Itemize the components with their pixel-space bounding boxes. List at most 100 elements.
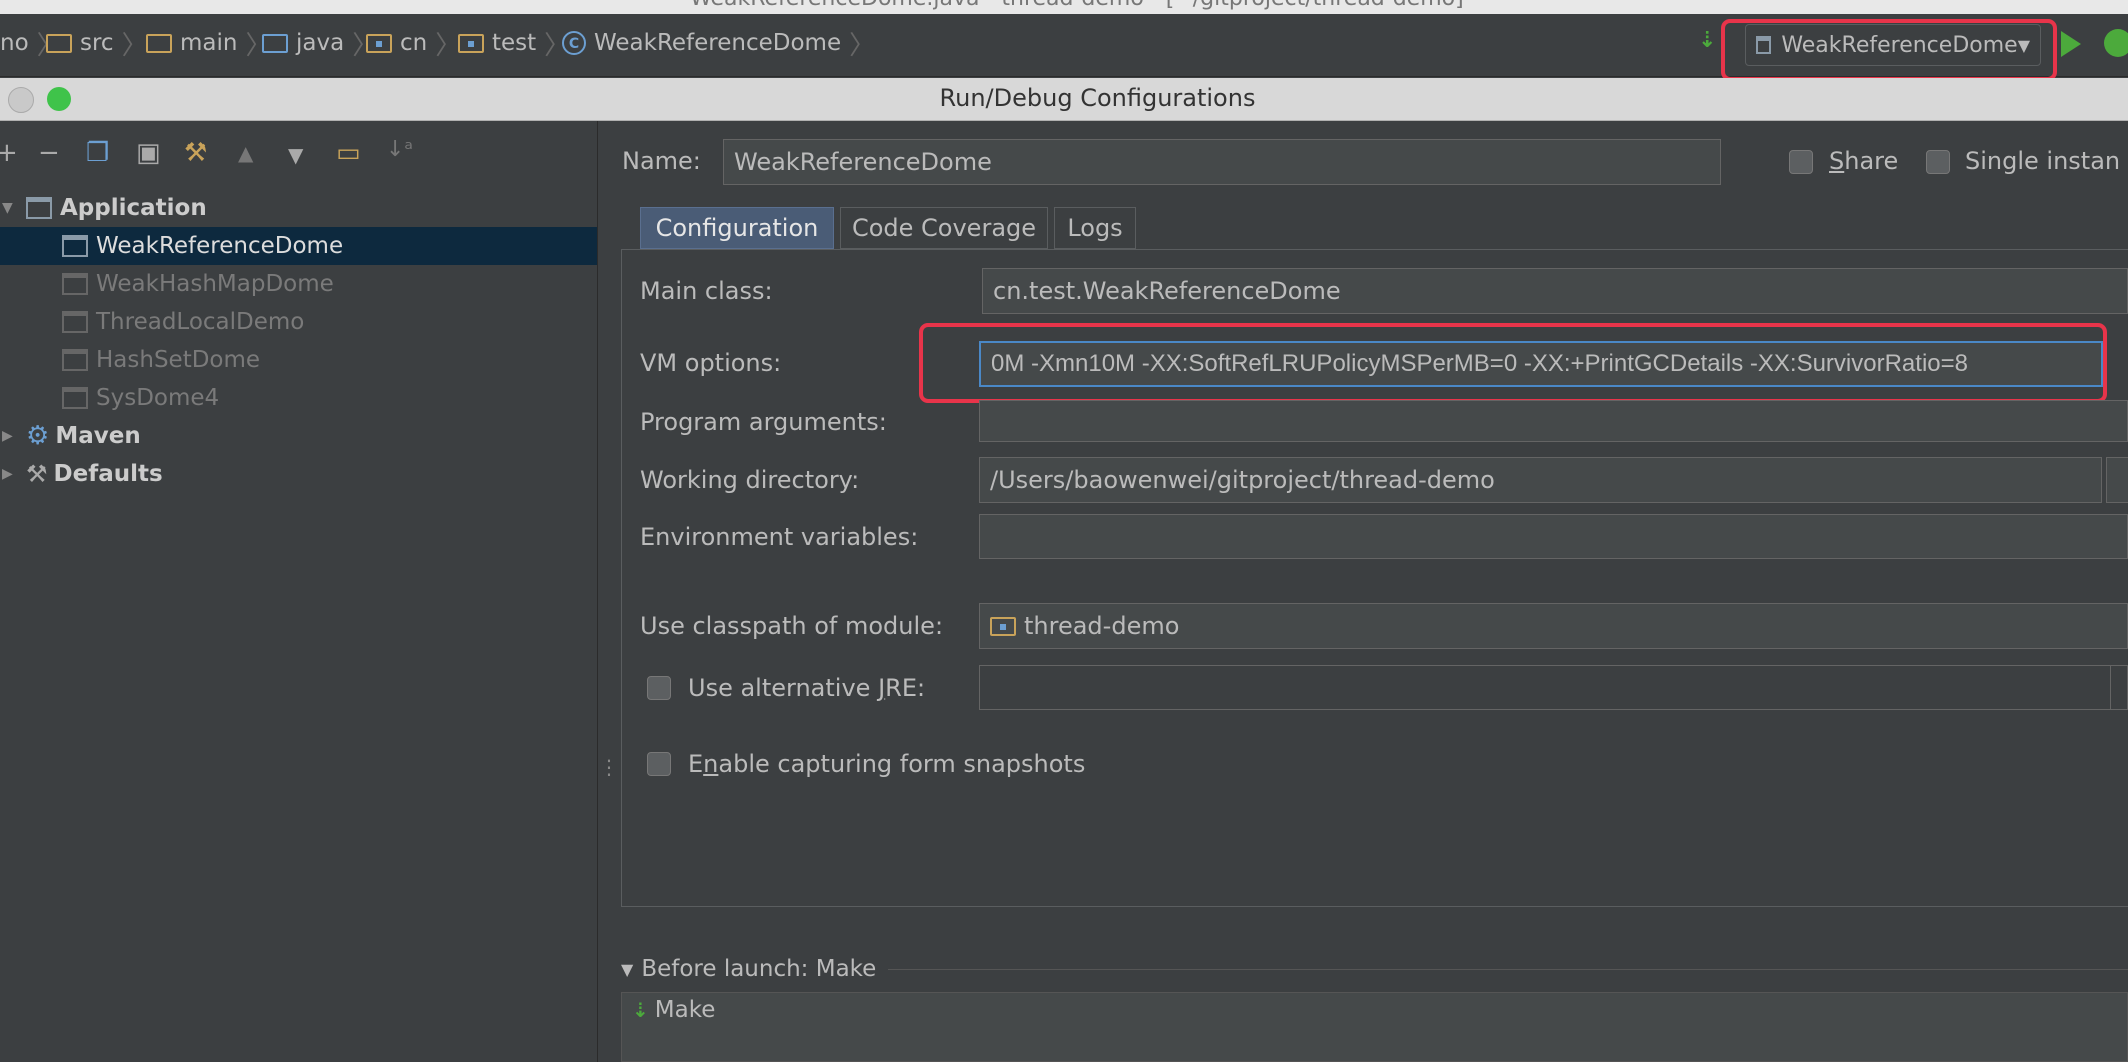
classpath-module-value: thread-demo	[1024, 612, 1180, 640]
environment-variables-input[interactable]	[979, 514, 2128, 559]
copy-configuration-icon[interactable]: ❐	[86, 138, 109, 168]
program-arguments-input[interactable]	[979, 400, 2128, 442]
before-launch-list: ⇣ Make	[621, 992, 2128, 1062]
dialog-title: Run/Debug Configurations	[939, 84, 1256, 112]
form-snapshots-label: Enable capturing form snapshots	[688, 750, 1086, 778]
collapse-arrow-icon[interactable]: ▶	[2, 428, 16, 444]
edit-defaults-icon[interactable]: ⚒	[184, 138, 207, 168]
tree-item-hashsetdome[interactable]: HashSetDome	[0, 341, 597, 379]
application-config-icon	[62, 235, 88, 257]
tree-item-weakhashmapdome[interactable]: WeakHashMapDome	[0, 265, 597, 303]
maven-gear-icon: ⚙	[26, 421, 50, 451]
expand-arrow-icon[interactable]: ▼	[2, 200, 16, 216]
make-project-icon[interactable]: ⇣	[1698, 28, 1716, 53]
highlight-box-run-config	[1721, 19, 2057, 81]
tab-configuration[interactable]: Configuration	[640, 207, 834, 249]
move-down-icon[interactable]: ▼	[288, 143, 303, 167]
breadcrumb-label: main	[180, 30, 238, 56]
single-instance-checkbox[interactable]	[1926, 150, 1950, 174]
tree-item-label: WeakHashMapDome	[96, 271, 334, 297]
application-icon	[26, 197, 52, 219]
before-launch-item-make[interactable]: ⇣ Make	[632, 997, 715, 1023]
tree-item-label: SysDome4	[96, 385, 220, 411]
tree-group-application[interactable]: ▼ Application	[0, 189, 597, 227]
tree-item-label: HashSetDome	[96, 347, 261, 373]
run-icon[interactable]	[2061, 31, 2081, 57]
breadcrumb-label: cn	[400, 30, 428, 56]
breadcrumb-item-java[interactable]: java 〉	[262, 26, 378, 61]
share-checkbox[interactable]	[1789, 150, 1813, 174]
tree-group-label: Application	[60, 195, 207, 221]
tree-group-label: Maven	[55, 423, 141, 449]
name-value: WeakReferenceDome	[734, 148, 992, 176]
breadcrumb-item-class[interactable]: C WeakReferenceDome 〉	[562, 26, 875, 61]
breadcrumb-label: src	[80, 30, 114, 56]
before-launch-title: Before launch: Make	[641, 956, 877, 982]
configurations-panel: + − ❐ ▣ ⚒ ▲ ▼ ▭ ↓ᵃ ▼ Application WeakRef…	[0, 121, 598, 1062]
module-folder-icon	[990, 616, 1016, 636]
single-instance-label: Single instan	[1965, 147, 2121, 175]
breadcrumb-item-main[interactable]: main 〉	[146, 26, 271, 61]
breadcrumb-label: test	[492, 30, 537, 56]
classpath-module-select[interactable]: thread-demo	[979, 603, 2128, 649]
tree-group-defaults[interactable]: ▶ ⚒ Defaults	[0, 455, 597, 493]
breadcrumb-label: WeakReferenceDome	[594, 30, 842, 56]
source-folder-icon	[262, 33, 288, 53]
expand-arrow-icon: ▼	[621, 959, 634, 979]
splitter-handle[interactable]: ⋮	[599, 755, 619, 779]
move-up-icon[interactable]: ▲	[238, 141, 253, 165]
tree-item-weakreferencedome[interactable]: WeakReferenceDome	[0, 227, 597, 265]
sort-alphabetically-icon[interactable]: ↓ᵃ	[386, 137, 413, 162]
program-arguments-label: Program arguments:	[640, 408, 887, 436]
alternative-jre-select[interactable]	[979, 665, 2128, 710]
before-launch-header[interactable]: ▼ Before launch: Make	[621, 954, 2128, 984]
form-snapshots-checkbox[interactable]	[647, 752, 671, 776]
package-icon	[458, 33, 484, 53]
save-configuration-icon[interactable]: ▣	[136, 138, 161, 168]
folder-icon	[146, 33, 172, 53]
working-directory-value: /Users/baowenwei/gitproject/thread-demo	[990, 466, 1495, 494]
breadcrumb-item-src[interactable]: src 〉	[46, 26, 148, 61]
main-class-value: cn.test.WeakReferenceDome	[993, 277, 1341, 305]
application-config-icon	[62, 387, 88, 409]
name-input[interactable]: WeakReferenceDome	[723, 139, 1721, 185]
vm-options-label: VM options:	[640, 349, 782, 377]
package-icon	[366, 33, 392, 53]
folder-icon	[46, 33, 72, 53]
application-config-icon	[62, 349, 88, 371]
environment-variables-label: Environment variables:	[640, 523, 919, 551]
tree-item-threadlocaldemo[interactable]: ThreadLocalDemo	[0, 303, 597, 341]
remove-configuration-icon[interactable]: −	[38, 138, 60, 168]
folder-icon[interactable]: ▭	[336, 138, 361, 168]
collapse-arrow-icon[interactable]: ▶	[2, 466, 16, 482]
breadcrumb-item-test[interactable]: test 〉	[458, 26, 570, 61]
working-directory-input[interactable]: /Users/baowenwei/gitproject/thread-demo	[979, 457, 2102, 503]
debug-icon[interactable]	[2104, 29, 2128, 57]
alternative-jre-checkbox[interactable]	[647, 676, 671, 700]
main-class-label: Main class:	[640, 277, 773, 305]
browse-directory-button[interactable]	[2106, 457, 2128, 503]
classpath-module-label: Use classpath of module:	[640, 612, 944, 640]
application-config-icon	[62, 273, 88, 295]
highlight-box-vm-options	[919, 323, 2107, 403]
breadcrumb-item-cn[interactable]: cn 〉	[366, 26, 461, 61]
application-config-icon	[62, 311, 88, 333]
window-title-strip: WeakReferenceDome.java - thread-demo - […	[0, 0, 2128, 14]
working-directory-label: Working directory:	[640, 466, 860, 494]
before-launch-item-label: Make	[654, 997, 716, 1023]
tab-logs[interactable]: Logs	[1054, 207, 1136, 249]
tab-code-coverage[interactable]: Code Coverage	[840, 207, 1048, 249]
add-configuration-icon[interactable]: +	[0, 138, 18, 168]
alternative-jre-label: Use alternative JRE:	[688, 674, 926, 702]
make-icon: ⇣	[632, 998, 649, 1022]
name-label: Name:	[622, 147, 701, 175]
breadcrumb-label: java	[296, 30, 345, 56]
main-class-input[interactable]: cn.test.WeakReferenceDome	[982, 268, 2128, 314]
defaults-wrench-icon: ⚒	[26, 460, 48, 488]
tree-group-maven[interactable]: ▶ ⚙ Maven	[0, 417, 597, 455]
window-title: WeakReferenceDome.java - thread-demo - […	[690, 0, 1464, 11]
tree-item-label: WeakReferenceDome	[96, 233, 344, 259]
tree-item-label: ThreadLocalDemo	[96, 309, 305, 335]
chevron-down-icon	[2110, 666, 2127, 709]
tree-item-sysdome4[interactable]: SysDome4	[0, 379, 597, 417]
